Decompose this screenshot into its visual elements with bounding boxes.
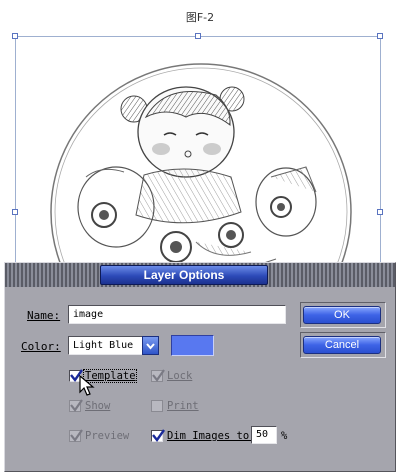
dim-images-checkbox[interactable] — [151, 429, 165, 443]
cancel-button[interactable]: Cancel — [303, 336, 381, 354]
color-dropdown-arrow[interactable] — [142, 336, 159, 355]
lock-label[interactable]: Lock — [167, 370, 192, 382]
preview-checkbox[interactable] — [69, 429, 83, 442]
ok-button[interactable]: OK — [303, 306, 381, 324]
checkmark-icon — [152, 429, 165, 443]
name-field[interactable]: image — [68, 305, 286, 324]
figure-label: 图F-2 — [185, 11, 215, 24]
selection-handle-top-right[interactable] — [377, 33, 383, 39]
dialog-title: Layer Options — [100, 265, 268, 285]
selection-handle-middle-left[interactable] — [12, 209, 18, 215]
name-label-text: Name: — [27, 309, 61, 322]
checkmark-icon — [70, 399, 83, 412]
selection-handle-top-middle[interactable] — [195, 33, 201, 39]
print-label[interactable]: Print — [167, 400, 199, 412]
show-label[interactable]: Show — [85, 400, 110, 412]
name-label: Name: — [27, 309, 60, 322]
checkmark-icon — [70, 429, 83, 442]
layer-options-dialog: Layer Options Name: image Color: Light B… — [4, 262, 396, 472]
print-checkbox[interactable] — [151, 400, 163, 412]
dialog-titlebar[interactable]: Layer Options — [5, 263, 395, 287]
lock-checkbox[interactable] — [151, 369, 165, 382]
show-checkbox[interactable] — [69, 399, 83, 412]
percent-unit: % — [281, 430, 288, 442]
dim-percent-field[interactable]: 50 — [251, 426, 277, 444]
selection-handle-middle-right[interactable] — [377, 209, 383, 215]
chevron-down-icon — [146, 343, 155, 350]
dim-images-label[interactable]: Dim Images to: — [167, 430, 256, 442]
color-select[interactable]: Light Blue — [68, 336, 144, 355]
selection-handle-top-left[interactable] — [12, 33, 18, 39]
color-label-text: Color: — [21, 340, 61, 353]
color-swatch[interactable] — [171, 335, 214, 356]
checkmark-icon — [152, 369, 165, 382]
color-label: Color: — [21, 340, 61, 353]
preview-label[interactable]: Preview — [85, 430, 129, 442]
mouse-cursor-icon — [79, 375, 95, 396]
